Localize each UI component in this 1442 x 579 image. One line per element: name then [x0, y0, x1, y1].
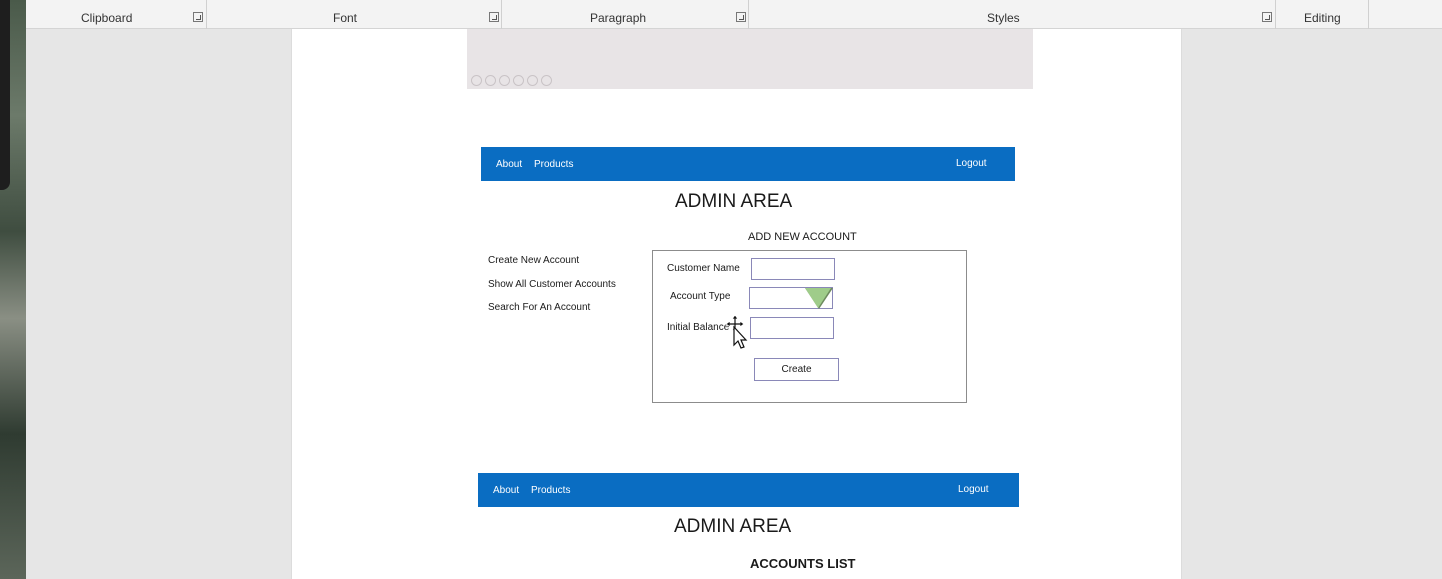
dialog-launcher-icon[interactable]	[489, 12, 499, 22]
side-link-show-accounts: Show All Customer Accounts	[488, 279, 616, 290]
chevron-down-icon	[805, 288, 831, 308]
ribbon-group-editing: Editing	[1276, 0, 1369, 29]
customer-name-label: Customer Name	[667, 263, 740, 274]
ribbon-group-styles: Styles	[749, 0, 1276, 29]
nav-logout: Logout	[958, 484, 989, 495]
ribbon-group-label: Font	[333, 11, 358, 25]
ribbon-group-paragraph: Paragraph	[502, 0, 749, 29]
add-new-account-title: ADD NEW ACCOUNT	[748, 231, 857, 243]
nav-products: Products	[534, 159, 574, 170]
circle-icon	[527, 75, 538, 86]
mockup-navbar: About Products Logout	[481, 147, 1015, 181]
side-link-create-account: Create New Account	[488, 255, 580, 266]
circle-icon	[499, 75, 510, 86]
circle-icon	[513, 75, 524, 86]
account-type-label: Account Type	[670, 291, 731, 302]
image-toolbar	[471, 75, 552, 86]
nav-products: Products	[531, 485, 571, 496]
create-button: Create	[754, 358, 839, 381]
nav-about: About	[496, 159, 523, 170]
ribbon-group-clipboard: Clipboard	[26, 0, 207, 29]
ribbon-group-label: Styles	[987, 11, 1020, 25]
desktop-background-strip	[0, 0, 26, 579]
document-page[interactable]: About Products Logout ADMIN AREA ADD NEW…	[291, 29, 1182, 579]
circle-icon	[541, 75, 552, 86]
embedded-image-top[interactable]	[467, 29, 1033, 89]
admin-area-title-2: ADMIN AREA	[674, 516, 792, 537]
ribbon-group-label: Editing	[1304, 11, 1341, 25]
initial-balance-field	[750, 317, 834, 339]
ribbon-group-bar: Clipboard Font Paragraph Styles Editing	[26, 0, 1442, 29]
circle-icon	[485, 75, 496, 86]
account-type-dropdown	[749, 287, 833, 309]
ribbon-group-font: Font	[207, 0, 502, 29]
side-link-search-account: Search For An Account	[488, 302, 591, 313]
customer-name-field	[751, 258, 835, 280]
ribbon-group-label: Clipboard	[81, 11, 133, 25]
dialog-launcher-icon[interactable]	[193, 12, 203, 22]
dialog-launcher-icon[interactable]	[1262, 12, 1272, 22]
admin-area-title: ADMIN AREA	[675, 191, 793, 212]
dialog-launcher-icon[interactable]	[736, 12, 746, 22]
circle-icon	[471, 75, 482, 86]
ribbon-group-label: Paragraph	[590, 11, 647, 25]
taskbar-edge	[0, 0, 10, 190]
move-cursor-icon	[725, 314, 748, 349]
initial-balance-label: Initial Balance	[667, 322, 730, 333]
nav-about: About	[493, 485, 520, 496]
mockup-navbar-2: About Products Logout	[478, 473, 1019, 507]
accounts-list-title: ACCOUNTS LIST	[750, 556, 856, 571]
nav-logout: Logout	[956, 158, 987, 169]
